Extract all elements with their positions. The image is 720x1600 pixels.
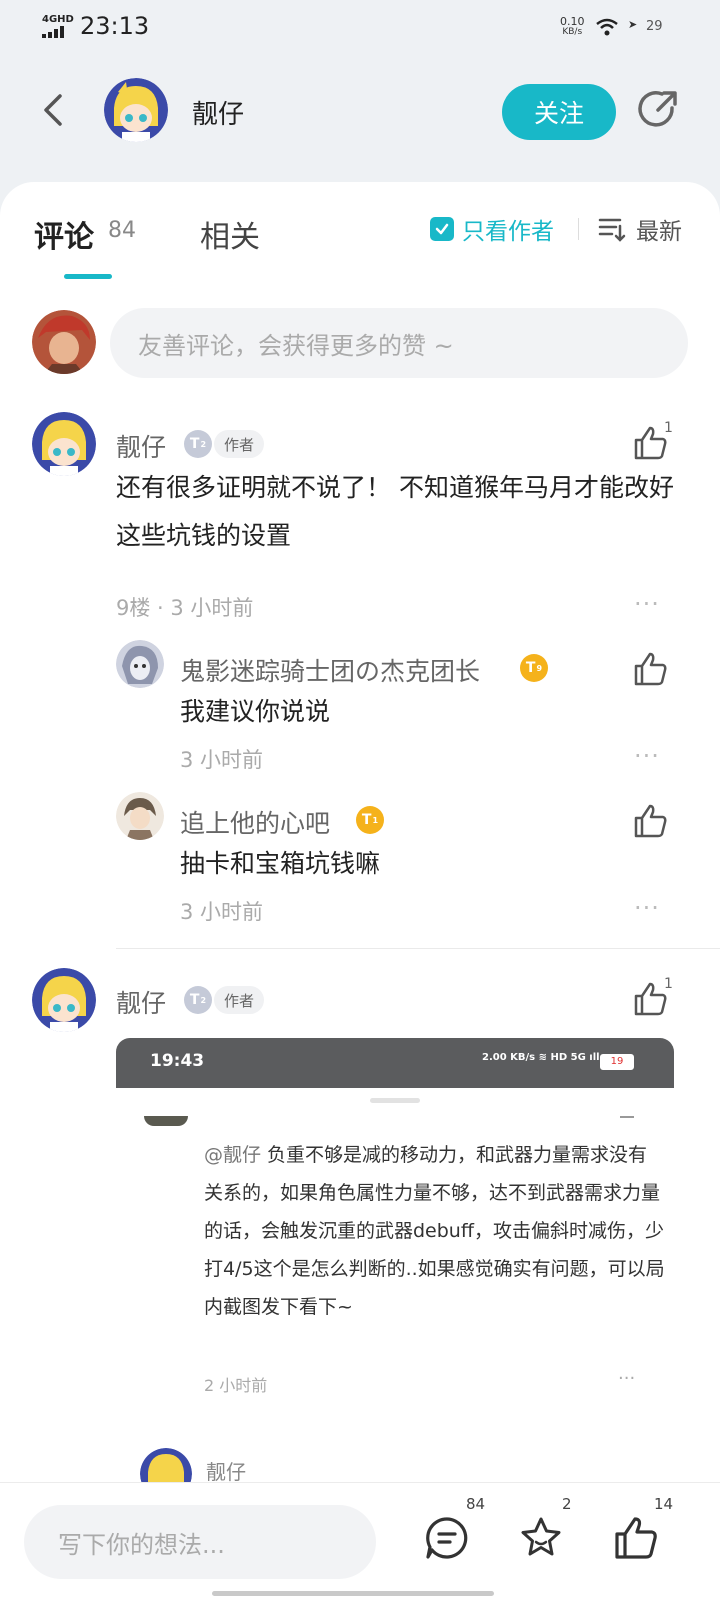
top-header: 靓仔 关注	[0, 60, 720, 180]
tab-comments[interactable]: 评论	[34, 212, 94, 256]
sort-icon	[598, 218, 626, 242]
thumbs-up-icon[interactable]	[632, 652, 668, 686]
follow-button[interactable]: 关注	[502, 84, 616, 140]
comment-input[interactable]: 友善评论，会获得更多的赞 ~	[110, 308, 688, 378]
image-reply-meta: 2 小时前	[204, 1376, 268, 1395]
reply-text: 抽卡和宝箱坑钱嘛	[180, 849, 381, 878]
sort-button[interactable]: 最新	[598, 214, 682, 245]
network-speed: 0.10 KB/s	[560, 15, 585, 37]
image-time: 19:43	[150, 1051, 205, 1071]
cropped-avatar	[144, 1116, 188, 1126]
more-options-icon[interactable]: ···	[634, 742, 660, 770]
reply-meta: 3 小时前	[180, 748, 264, 772]
like-count: 14	[654, 1495, 674, 1513]
comment-author-name[interactable]: 靓仔	[116, 984, 166, 1020]
tab-related[interactable]: 相关	[200, 212, 260, 256]
author-avatar[interactable]	[104, 78, 168, 142]
comments-count: 84	[108, 218, 136, 243]
comment-author-name[interactable]: 靓仔	[206, 1456, 246, 1482]
more-options-icon[interactable]: ···	[634, 894, 660, 922]
image-content: @靓仔 负重不够是减的移动力，和武器力量需求没有关系的，如果角色属性力量不够，达…	[116, 1088, 674, 1458]
comment-count: 84	[466, 1495, 486, 1513]
like-count: 1	[664, 976, 673, 992]
author-name[interactable]: 靓仔	[192, 94, 244, 131]
reply-text: 我建议你说说	[180, 697, 331, 726]
comment-image[interactable]: 19:43 2.00 KB/s ≋ HD 5G ıll 19 @靓仔 负重不够是…	[116, 1038, 674, 1458]
active-tab-indicator	[64, 274, 112, 279]
comments-sheet: 评论 84 相关 只看作者 最新 友善评论，会获得更多的赞 ~ 靓仔 T 2 作…	[0, 182, 720, 1482]
comment-meta: 9楼 · 3 小时前	[116, 596, 254, 620]
drag-handle	[370, 1098, 420, 1103]
status-bar: 4GHD 23:13 0.10 KB/s ➤ 29	[0, 0, 720, 60]
thumbs-up-icon[interactable]	[632, 982, 668, 1016]
only-author-label: 只看作者	[462, 219, 554, 245]
like-count: 1	[664, 420, 673, 436]
comment-text: 还有很多证明就不说了！ 不知道猴年马月才能改好这些坑钱的设置	[116, 473, 674, 550]
compose-row: 友善评论，会获得更多的赞 ~	[32, 308, 688, 378]
avatar[interactable]	[116, 792, 164, 840]
back-arrow-icon[interactable]	[38, 90, 70, 130]
favorite-count: 2	[562, 1495, 572, 1513]
reply-meta: 3 小时前	[180, 900, 264, 924]
star-icon[interactable]	[518, 1515, 564, 1561]
thumbs-up-icon[interactable]	[632, 426, 668, 460]
author-badge: 作者	[214, 430, 265, 458]
reply-input[interactable]: 写下你的想法...	[24, 1505, 376, 1579]
thumbs-up-icon[interactable]	[632, 804, 668, 838]
cropped-icon	[620, 1116, 634, 1118]
only-author-toggle[interactable]: 只看作者	[430, 214, 554, 245]
comment-tabs: 评论 84 相关 只看作者 最新	[0, 182, 720, 282]
more-options-icon[interactable]: ···	[634, 590, 660, 618]
image-status-icons: 2.00 KB/s ≋ HD 5G ıll	[482, 1052, 600, 1063]
signal-icon	[42, 26, 64, 38]
image-status-bar: 19:43 2.00 KB/s ≋ HD 5G ıll 19	[116, 1038, 674, 1088]
battery-level: 29	[646, 19, 663, 34]
comment-icon[interactable]	[424, 1515, 470, 1561]
divider	[116, 948, 720, 949]
thumbs-up-icon[interactable]	[612, 1515, 658, 1561]
more-options-icon: ···	[618, 1368, 636, 1389]
divider	[578, 218, 579, 240]
reply-author-name[interactable]: 追上他的心吧	[180, 804, 330, 840]
wifi-icon	[596, 18, 618, 36]
location-arrow-icon: ➤	[628, 18, 638, 31]
share-icon[interactable]	[636, 88, 680, 132]
level-badge: T2	[184, 986, 212, 1014]
bottom-bar: 写下你的想法... 84 2 14	[0, 1482, 720, 1600]
image-battery: 19	[600, 1054, 634, 1070]
avatar[interactable]	[32, 412, 96, 476]
avatar[interactable]	[116, 640, 164, 688]
level-badge: T1	[356, 806, 384, 834]
home-indicator[interactable]	[212, 1591, 494, 1596]
avatar[interactable]	[32, 968, 96, 1032]
comment-author-name[interactable]: 靓仔	[116, 428, 166, 464]
network-type: 4GHD	[42, 14, 74, 25]
status-time: 23:13	[80, 12, 150, 40]
level-badge: T9	[520, 654, 548, 682]
level-badge: T2	[184, 430, 212, 458]
my-avatar	[32, 310, 96, 374]
image-reply-text: @靓仔 负重不够是减的移动力，和武器力量需求没有关系的，如果角色属性力量不够，达…	[204, 1144, 665, 1318]
author-badge: 作者	[214, 986, 265, 1014]
checkbox-checked-icon[interactable]	[430, 217, 454, 241]
sort-label: 最新	[636, 219, 682, 245]
comment-item: 靓仔 T2 作者 1 还有很多证明就不说了！ 不知道猴年马月才能改好这些坑钱的设…	[0, 408, 720, 938]
reply-author-name[interactable]: 鬼影迷踪骑士团の杰克团长	[180, 652, 480, 688]
